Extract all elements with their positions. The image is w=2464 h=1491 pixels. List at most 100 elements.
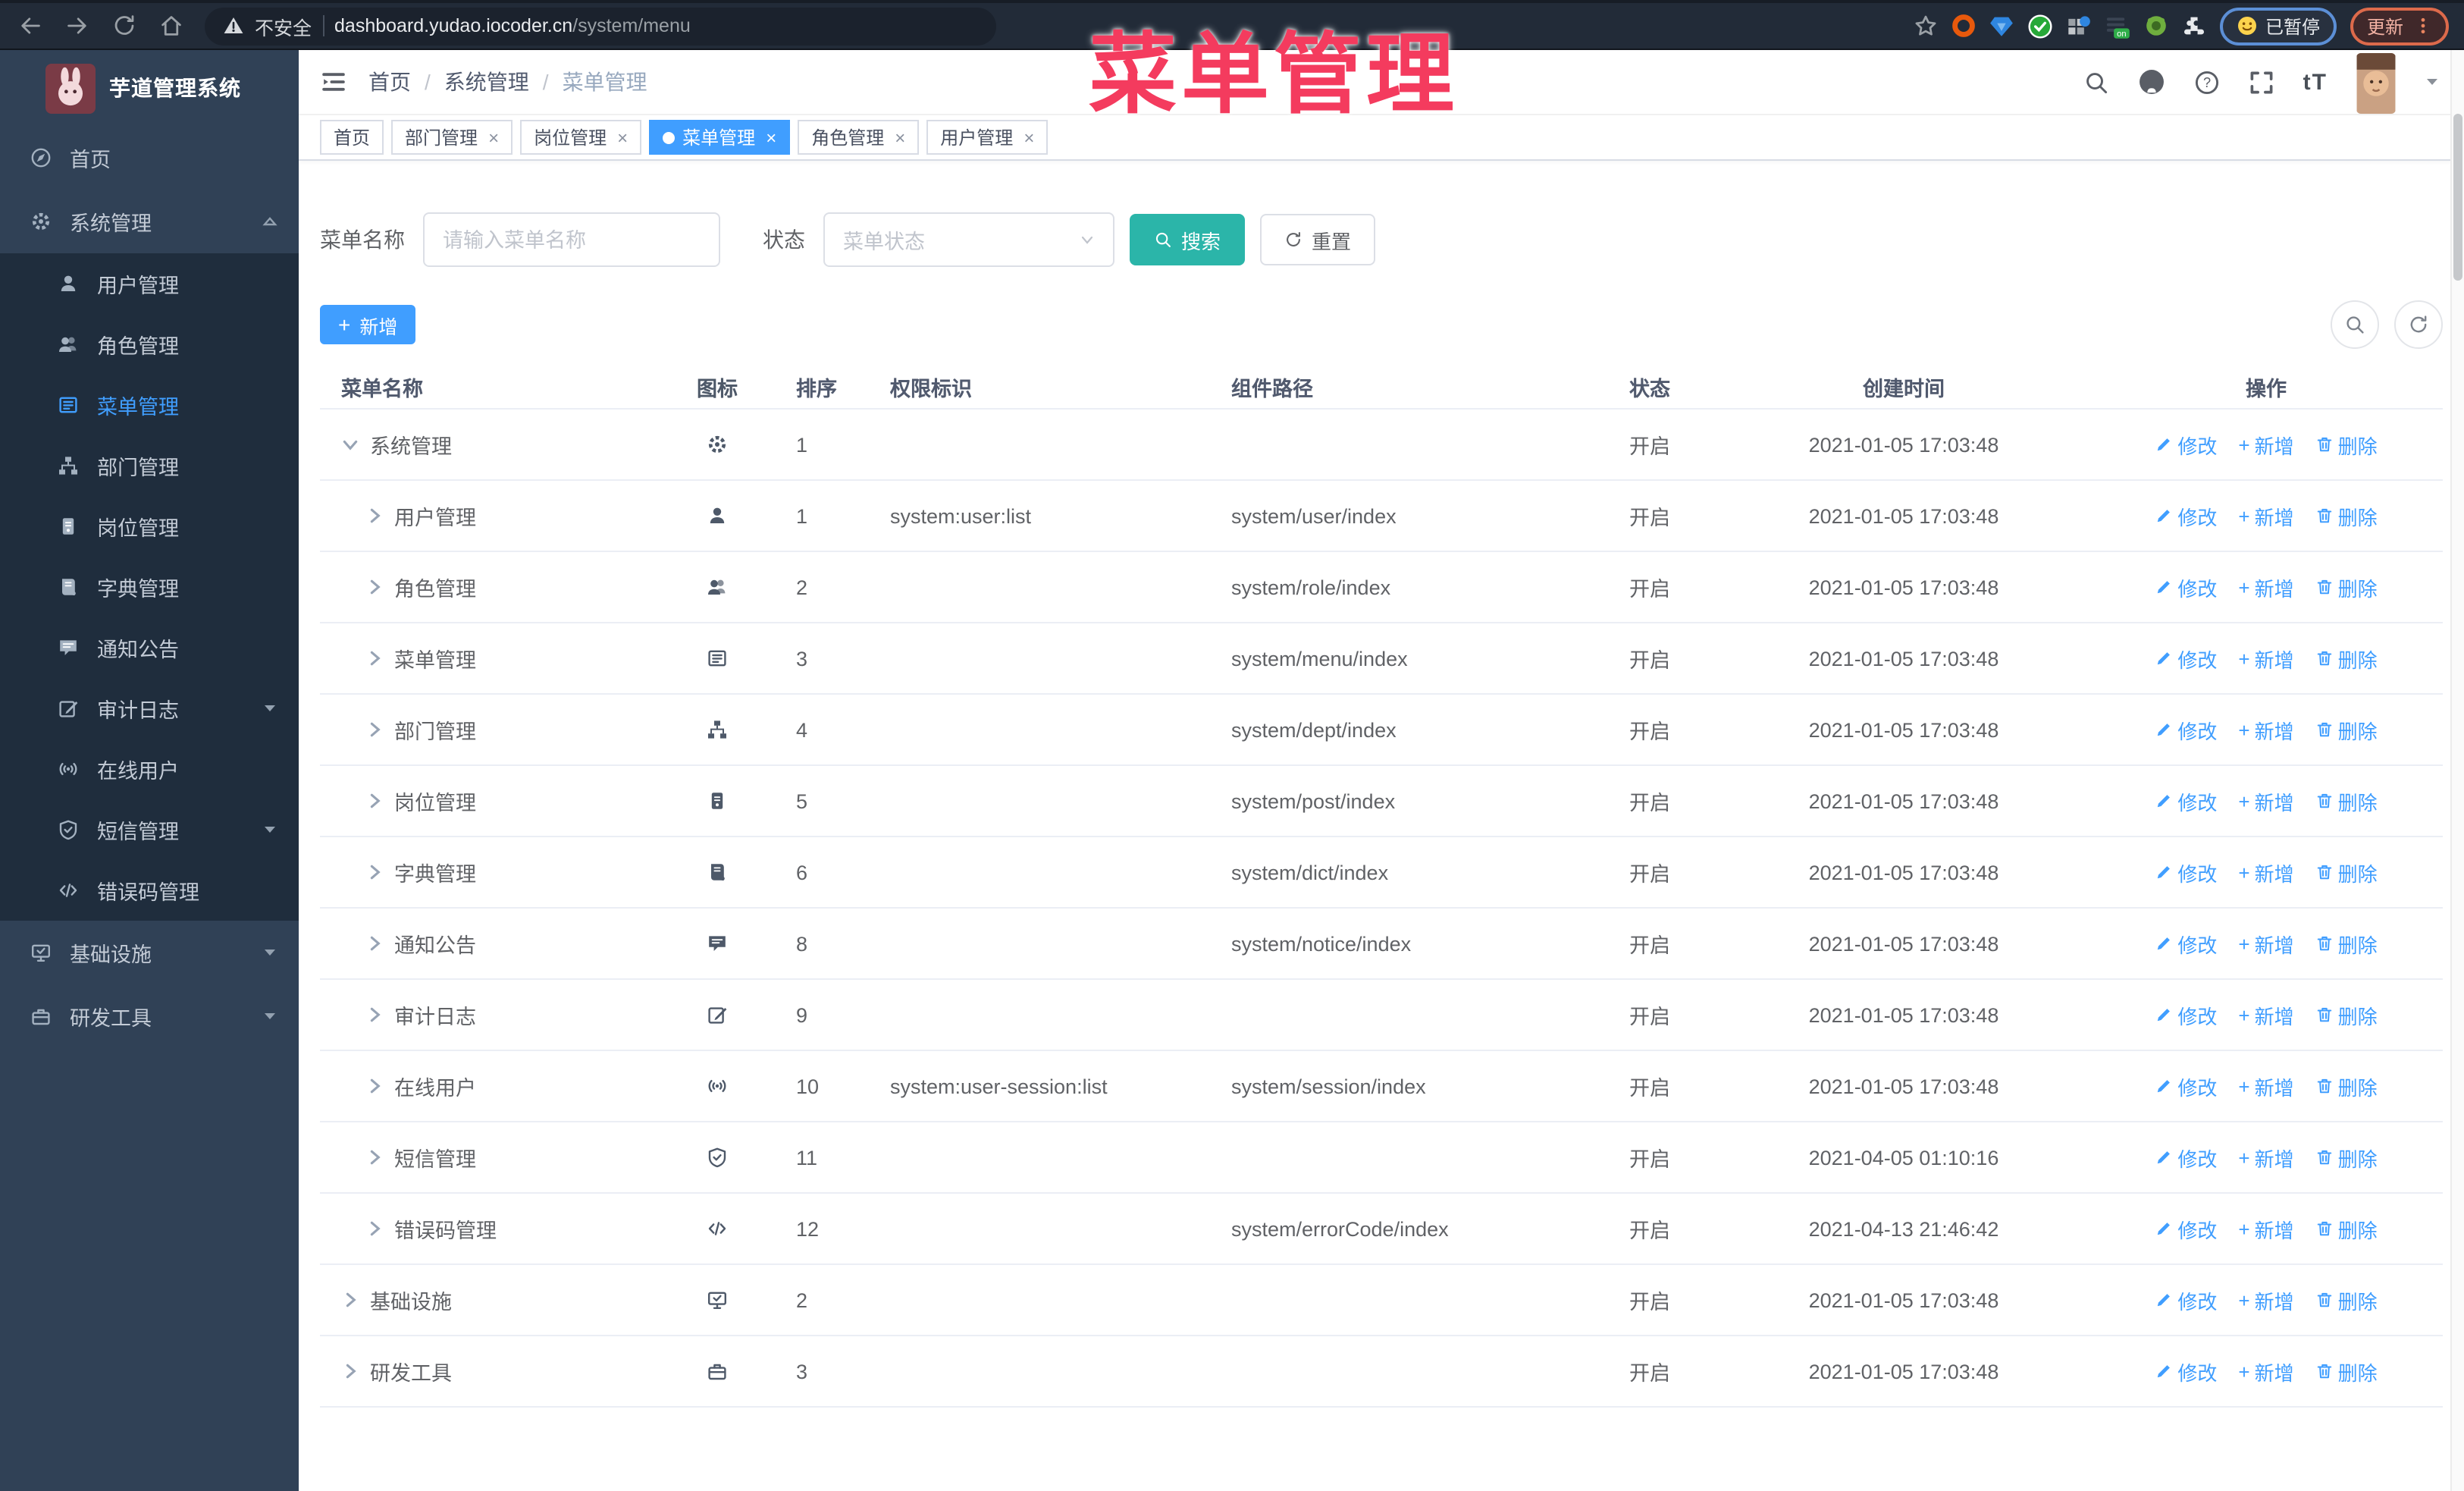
bookmark-star-icon[interactable] <box>1914 14 1938 38</box>
extensions-puzzle-icon[interactable] <box>2182 14 2206 38</box>
add-link[interactable]: + 新增 <box>2238 715 2293 744</box>
avatar-caret-icon[interactable] <box>2425 74 2440 89</box>
edit-link[interactable]: 修改 <box>2155 1072 2217 1100</box>
extension-icon-proxy[interactable]: on <box>2105 13 2130 39</box>
edit-link[interactable]: 修改 <box>2155 644 2217 673</box>
scrollbar-thumb[interactable] <box>2453 114 2462 281</box>
view-tab-4[interactable]: 菜单管理 × <box>649 120 791 155</box>
close-icon[interactable]: × <box>895 127 905 148</box>
view-tab-3[interactable]: 岗位管理 × <box>520 120 642 155</box>
kebab-menu-icon[interactable] <box>2414 17 2432 35</box>
sidebar-item-1[interactable]: 首页 <box>0 126 299 190</box>
expand-caret[interactable] <box>365 792 384 810</box>
extension-icon-gem[interactable] <box>1989 14 2014 38</box>
edit-link[interactable]: 修改 <box>2155 929 2217 958</box>
add-link[interactable]: + 新增 <box>2238 1285 2293 1314</box>
expand-caret[interactable] <box>365 720 384 739</box>
edit-link[interactable]: 修改 <box>2155 430 2217 459</box>
delete-link[interactable]: 删除 <box>2315 1285 2378 1314</box>
delete-link[interactable]: 删除 <box>2315 430 2378 459</box>
expand-caret[interactable] <box>365 863 384 881</box>
sidebar-item-12[interactable]: 短信管理 <box>0 799 299 860</box>
add-link[interactable]: + 新增 <box>2238 573 2293 601</box>
edit-link[interactable]: 修改 <box>2155 858 2217 887</box>
delete-link[interactable]: 删除 <box>2315 1000 2378 1029</box>
extension-icon-orange[interactable] <box>1951 14 1976 38</box>
expand-caret[interactable] <box>341 1291 359 1309</box>
paused-badge[interactable]: 已暂停 <box>2219 7 2337 45</box>
home-button[interactable] <box>159 14 183 38</box>
add-link[interactable]: + 新增 <box>2238 1000 2293 1029</box>
delete-link[interactable]: 删除 <box>2315 501 2378 530</box>
expand-caret[interactable] <box>365 1077 384 1095</box>
expand-caret[interactable] <box>365 1219 384 1238</box>
add-link[interactable]: + 新增 <box>2238 430 2293 459</box>
edit-link[interactable]: 修改 <box>2155 1285 2217 1314</box>
delete-link[interactable]: 删除 <box>2315 715 2378 744</box>
search-button[interactable]: 搜索 <box>1130 214 1246 265</box>
page-scrollbar[interactable] <box>2450 50 2464 1491</box>
sidebar-item-5[interactable]: 菜单管理 <box>0 375 299 435</box>
add-link[interactable]: + 新增 <box>2238 1357 2293 1386</box>
fullscreen-icon[interactable] <box>2249 69 2274 95</box>
delete-link[interactable]: 删除 <box>2315 573 2378 601</box>
view-tab-6[interactable]: 用户管理 × <box>926 120 1049 155</box>
add-link[interactable]: + 新增 <box>2238 644 2293 673</box>
reset-button[interactable]: 重置 <box>1260 214 1376 265</box>
delete-link[interactable]: 删除 <box>2315 1072 2378 1100</box>
add-link[interactable]: + 新增 <box>2238 1214 2293 1243</box>
sidebar-item-7[interactable]: 岗位管理 <box>0 496 299 557</box>
app-logo-row[interactable]: 芋道管理系统 <box>0 50 299 126</box>
edit-link[interactable]: 修改 <box>2155 1000 2217 1029</box>
sidebar-item-14[interactable]: 基础设施 <box>0 921 299 984</box>
expand-caret[interactable] <box>365 1148 384 1166</box>
address-bar[interactable]: 不安全 dashboard.yudao.iocoder.cn/system/me… <box>205 7 996 45</box>
sidebar-item-10[interactable]: 审计日志 <box>0 678 299 739</box>
sidebar-item-11[interactable]: 在线用户 <box>0 739 299 799</box>
sidebar-item-13[interactable]: 错误码管理 <box>0 860 299 921</box>
user-avatar[interactable] <box>2356 52 2396 113</box>
sidebar-item-9[interactable]: 通知公告 <box>0 617 299 678</box>
back-button[interactable] <box>18 14 42 38</box>
view-tab-5[interactable]: 角色管理 × <box>798 120 920 155</box>
expand-caret[interactable] <box>341 1362 359 1380</box>
close-icon[interactable]: × <box>617 127 628 148</box>
extension-icon-grid[interactable] <box>2067 14 2091 38</box>
status-select[interactable]: 菜单状态 <box>823 212 1114 267</box>
add-link[interactable]: + 新增 <box>2238 1072 2293 1100</box>
extension-icon-check[interactable] <box>2027 13 2053 39</box>
collapse-sidebar-button[interactable] <box>305 68 362 96</box>
edit-link[interactable]: 修改 <box>2155 786 2217 815</box>
edit-link[interactable]: 修改 <box>2155 1143 2217 1172</box>
menu-name-input[interactable] <box>423 212 720 267</box>
delete-link[interactable]: 删除 <box>2315 858 2378 887</box>
expand-caret[interactable] <box>341 435 359 454</box>
edit-link[interactable]: 修改 <box>2155 573 2217 601</box>
breadcrumb-item-home[interactable]: 首页 <box>368 67 411 97</box>
help-icon[interactable]: ? <box>2194 69 2220 95</box>
close-icon[interactable]: × <box>766 127 776 148</box>
expand-caret[interactable] <box>365 1006 384 1024</box>
view-tab-2[interactable]: 部门管理 × <box>391 120 513 155</box>
edit-link[interactable]: 修改 <box>2155 1357 2217 1386</box>
expand-caret[interactable] <box>365 507 384 525</box>
sidebar-item-2[interactable]: 系统管理 <box>0 190 299 253</box>
add-link[interactable]: + 新增 <box>2238 1143 2293 1172</box>
github-icon[interactable] <box>2138 68 2165 96</box>
add-link[interactable]: + 新增 <box>2238 501 2293 530</box>
sidebar-item-15[interactable]: 研发工具 <box>0 984 299 1048</box>
add-link[interactable]: + 新增 <box>2238 858 2293 887</box>
sidebar-item-8[interactable]: 字典管理 <box>0 557 299 617</box>
delete-link[interactable]: 删除 <box>2315 929 2378 958</box>
expand-caret[interactable] <box>365 649 384 667</box>
close-icon[interactable]: × <box>1024 127 1034 148</box>
sidebar-item-4[interactable]: 角色管理 <box>0 314 299 375</box>
view-tab-1[interactable]: 首页 <box>320 120 384 155</box>
delete-link[interactable]: 删除 <box>2315 786 2378 815</box>
add-menu-button[interactable]: + 新增 <box>320 305 416 344</box>
edit-link[interactable]: 修改 <box>2155 501 2217 530</box>
delete-link[interactable]: 删除 <box>2315 1143 2378 1172</box>
close-icon[interactable]: × <box>488 127 499 148</box>
add-link[interactable]: + 新增 <box>2238 786 2293 815</box>
edit-link[interactable]: 修改 <box>2155 715 2217 744</box>
